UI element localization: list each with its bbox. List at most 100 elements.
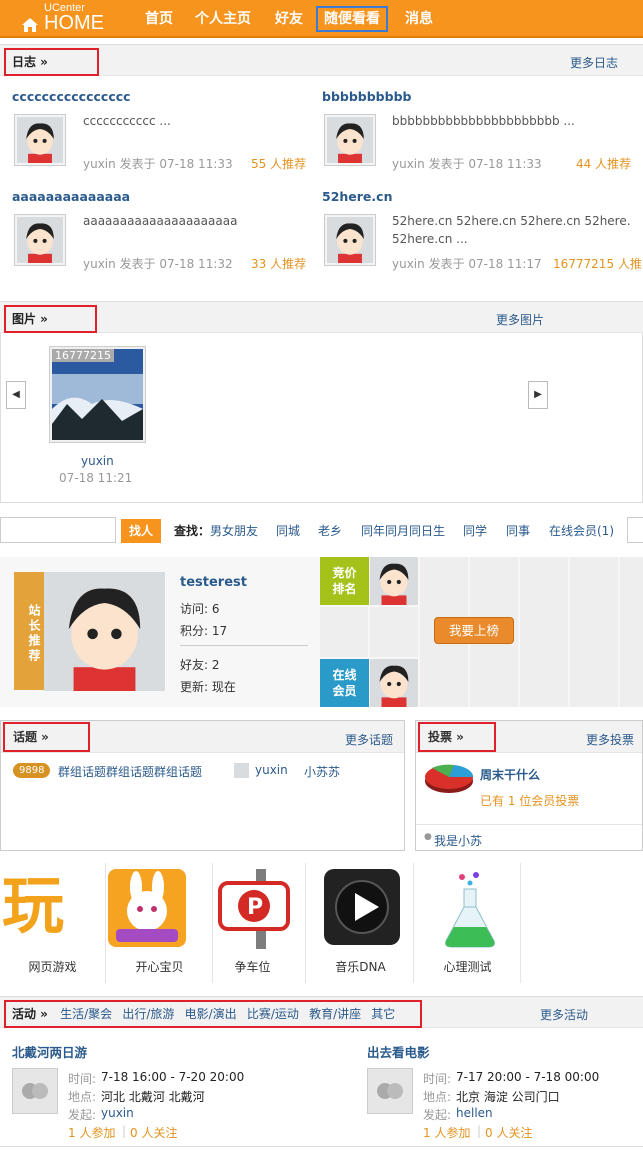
topic-user2-link[interactable]: 小苏苏 [304,763,340,780]
app-parking[interactable]: P 争车位 [200,863,306,983]
points-stat: 积分: 17 [180,624,228,638]
event-cat-travel[interactable]: 出行/旅游 [122,1007,174,1021]
app-web-game[interactable]: 玩 网页游戏 [0,863,106,983]
avatar[interactable] [14,114,66,166]
empty-slots [320,607,420,657]
blog-recommend-count[interactable]: 44 人推荐 [576,155,631,172]
avatar[interactable] [14,214,66,266]
site-recommend-tag: 站长推荐 [14,572,44,690]
topic-user-link[interactable]: yuxin [255,763,288,777]
poll-title-link[interactable]: 周末干什么 [480,766,540,783]
search-link-hometown[interactable]: 老乡 [318,522,342,539]
event-join-count[interactable]: 1 人参加 [68,1124,115,1141]
event-place: 河北 北戴河 北戴河 [101,1090,205,1104]
updated-stat: 更新: 现在 [180,680,236,694]
more-photos-link[interactable]: 更多图片 [496,311,544,328]
more-events-link[interactable]: 更多活动 [540,1006,588,1023]
photo-section-title[interactable]: 图片 » [4,305,97,333]
poll-author-link[interactable]: 我是小苏 [434,832,482,849]
avatar[interactable] [370,557,418,605]
event-host-link[interactable]: yuxin [101,1106,134,1120]
avatar-face-icon [370,557,418,605]
topic-bar: 话题 » 更多话题 [1,721,404,753]
event-cat-sports[interactable]: 比赛/运动 [247,1007,299,1021]
find-people-button[interactable]: 找人 [121,519,161,543]
more-blogs-link[interactable]: 更多日志 [570,54,618,71]
nav-messages[interactable]: 消息 [405,9,433,29]
join-ranking-button[interactable]: 我要上榜 [434,617,514,644]
blog-meta: yuxin 发表于 07-18 11:32 [83,257,233,271]
topic-count-badge: 9898 [13,763,51,778]
svg-text:玩: 玩 [2,869,64,939]
recommended-username[interactable]: testerest [180,575,247,590]
online-members-tag: 在线会员 [320,659,369,707]
recommended-avatar[interactable] [44,572,165,691]
event-thumb[interactable] [367,1068,413,1114]
brand-text: HOME [44,12,104,34]
blog-recommend-count[interactable]: 33 人推荐 [251,255,306,272]
blog-meta: yuxin 发表于 07-18 11:33 [392,157,542,171]
event-cat-life[interactable]: 生活/聚会 [60,1007,112,1021]
event-thumb[interactable] [12,1068,58,1114]
avatar[interactable] [324,114,376,166]
avatar[interactable] [370,659,418,707]
separator: | [122,1124,127,1138]
blog-title[interactable]: cccccccccccccccc [12,89,131,104]
photo-badge: 16777215 [52,349,114,362]
blog-section-title[interactable]: 日志 » [4,48,99,76]
topic-panel: 话题 » 更多话题 9898 群组话题群组话题群组话题 yuxin 小苏苏 [0,720,405,851]
event-section-bar: 活动 » 生活/聚会 出行/旅游 电影/演出 比赛/运动 教育/讲座 其它 更多… [0,996,643,1028]
app-happy-baby[interactable]: 开心宝贝 [107,863,213,983]
event-title-link[interactable]: 北戴河两日游 [12,1042,87,1061]
nav-explore[interactable]: 随便看看 [316,6,388,32]
blog-recommend-count[interactable]: 16777215 人推 [553,255,643,272]
blog-summary-line2: 52here.cn ... [392,232,468,246]
event-host-link[interactable]: hellen [456,1106,493,1120]
avatar[interactable] [324,214,376,266]
blog-title[interactable]: bbbbbbbbbb [322,89,411,104]
search-link-colleague[interactable]: 同事 [506,522,530,539]
event-join-count[interactable]: 1 人参加 [423,1124,470,1141]
event-follow-count[interactable]: 0 人关注 [485,1124,532,1141]
blog-recommend-count[interactable]: 55 人推荐 [251,155,306,172]
photo-next-button[interactable]: ▶ [528,381,548,409]
photo-section-bar: 图片 » 更多图片 [0,301,643,333]
photo-thumbnail[interactable]: 16777215 [49,346,146,443]
app-music-dna[interactable]: 音乐DNA [308,863,414,983]
photo-prev-button[interactable]: ◀ [6,381,26,409]
app-label: 网页游戏 [28,960,77,974]
blog-title[interactable]: 52here.cn [322,189,392,204]
photo-time: 07-18 11:21 [59,471,133,485]
event-cat-movie[interactable]: 电影/演出 [185,1007,237,1021]
nav-friends[interactable]: 好友 [275,9,303,29]
search-link-city[interactable]: 同城 [276,522,300,539]
event-title-link[interactable]: 出去看电影 [367,1042,430,1061]
app-psych-test[interactable]: 心理测试 [415,863,521,983]
poll-section-title[interactable]: 投票 » [418,722,496,752]
more-topics-link[interactable]: 更多话题 [345,731,393,748]
nav-profile[interactable]: 个人主页 [195,9,251,29]
app-label: 音乐DNA [335,960,386,974]
more-polls-link[interactable]: 更多投票 [586,731,634,748]
topic-section-title[interactable]: 话题 » [3,722,90,752]
event-cat-education[interactable]: 教育/讲座 [309,1007,361,1021]
event-cat-other[interactable]: 其它 [371,1007,395,1021]
nav-home[interactable]: 首页 [145,9,173,29]
photo-user-link[interactable]: yuxin [81,454,114,468]
search-input[interactable] [0,517,116,543]
event-host-label: 发起: [68,1108,97,1122]
search-link-classmate[interactable]: 同学 [463,522,487,539]
bottom-border [0,1146,643,1147]
avatar-face-icon [17,217,63,263]
search-link-birthday[interactable]: 同年同月同日生 [361,522,445,539]
blog-section-bar: 日志 » 更多日志 [0,44,643,76]
topic-title-link[interactable]: 群组话题群组话题群组话题 [58,763,202,780]
event-faces-icon [377,1083,403,1099]
blog-title[interactable]: aaaaaaaaaaaaaa [12,189,130,204]
ucenter-home-logo[interactable]: UCenter HOME [20,2,130,36]
event-follow-count[interactable]: 0 人关注 [130,1124,177,1141]
event-section-title[interactable]: 活动 » [12,1007,48,1021]
avatar-face-icon [327,117,373,163]
search-link-online[interactable]: 在线会员(1) [549,522,614,539]
search-link-dating[interactable]: 男女朋友 [210,522,258,539]
